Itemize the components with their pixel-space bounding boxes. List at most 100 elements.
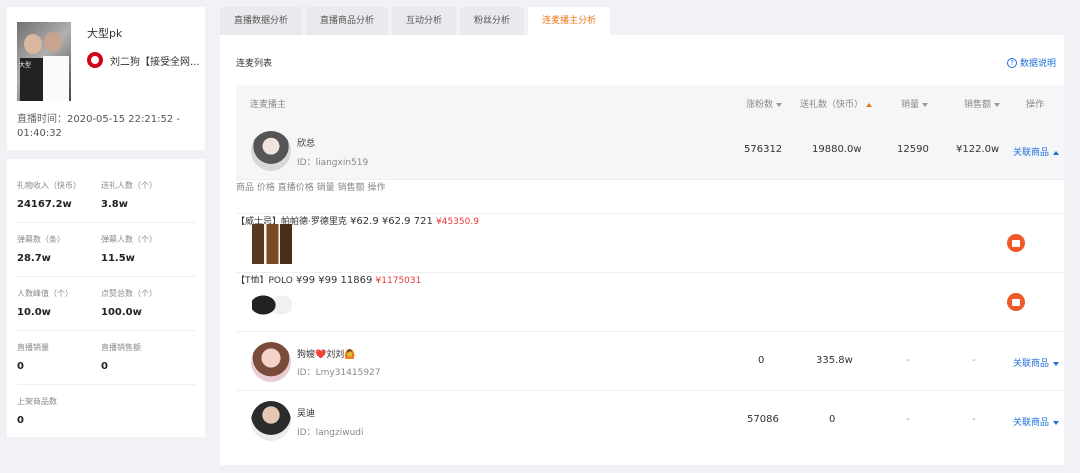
stats-row: 礼物收入（快币） 24167.2w 送礼人数（个） 3.8w	[17, 169, 195, 223]
product-amount: ¥1175031	[375, 276, 422, 286]
product-image[interactable]	[252, 283, 292, 323]
sort-icon	[922, 102, 929, 107]
stats-row: 直播销量 0 直播销售额 0	[17, 331, 195, 385]
product-amount: ¥45350.9	[436, 217, 479, 227]
sort-icon	[776, 102, 783, 107]
sort-icon	[994, 102, 1001, 107]
stat-label: 直播销量	[17, 343, 49, 352]
product-price: ¥62.9	[350, 216, 379, 227]
live-time-label: 直播时间：	[17, 114, 67, 125]
live-title: 大型pk	[87, 27, 123, 40]
col-header-fans[interactable]: 涨粉数	[746, 97, 783, 110]
subtable-header: 商品 价格 直播价格 销量 销售额 操作	[236, 180, 1064, 214]
stats-row: 人数峰值（个） 10.0w 点赞总数（个） 100.0w	[17, 277, 195, 331]
col-header-gift-label: 送礼数（快币）	[800, 100, 864, 110]
amount-value: -	[972, 355, 976, 366]
stat-value: 0	[17, 361, 24, 372]
co-host-avatar[interactable]	[251, 342, 291, 382]
shop-icon[interactable]	[1007, 234, 1025, 252]
product-live-price: ¥62.9	[381, 216, 411, 227]
co-host-id: ID：langziwudi	[297, 428, 364, 438]
live-cover-image[interactable]: 大型	[17, 22, 71, 101]
product-sales: 11869	[340, 275, 373, 286]
stat-value: 100.0w	[101, 307, 142, 318]
stat-value: 0	[17, 415, 24, 426]
live-info-sidebar: 大型 大型pk 刘二狗【接受全网... 直播时间：2020-05-15 22:2…	[7, 7, 205, 437]
question-icon: ?	[1006, 57, 1017, 68]
related-products-link[interactable]: 关联商品	[1013, 145, 1060, 158]
stat-likes: 点赞总数（个） 100.0w	[101, 288, 185, 330]
stat-label: 礼物收入（快币）	[17, 181, 81, 190]
co-host-avatar[interactable]	[251, 401, 291, 441]
stat-gift-income: 礼物收入（快币） 24167.2w	[17, 180, 101, 222]
tab-interaction[interactable]: 互动分析	[392, 7, 457, 35]
related-products-subtable: 商品 价格 直播价格 销量 销售额 操作 【威士忌】帕帕德·罗德里克 ¥62.9…	[236, 180, 1064, 332]
stats-row: 上架商品数 0	[17, 385, 195, 439]
co-host-name[interactable]: 欣总	[297, 136, 315, 149]
host-name[interactable]: 刘二狗【接受全网...	[110, 53, 200, 68]
sub-header-sales: 销量	[316, 183, 335, 193]
col-header-host: 连麦播主	[250, 100, 287, 110]
sub-header-product: 商品	[236, 183, 255, 193]
stat-live-sales: 直播销量 0	[17, 342, 101, 384]
stat-value: 28.7w	[17, 253, 51, 264]
stat-label: 送礼人数（个）	[101, 181, 157, 190]
stat-value: 11.5w	[101, 253, 135, 264]
col-header-fans-label: 涨粉数	[746, 100, 774, 110]
col-header-sales-label: 销量	[901, 100, 920, 110]
table-header: 连麦播主 涨粉数 送礼数（快币） 销量 销售额 操作	[236, 85, 1064, 121]
sub-header-live-price: 直播价格	[277, 183, 314, 193]
host-info[interactable]: 刘二狗【接受全网...	[87, 52, 200, 68]
product-sales: 721	[413, 216, 433, 227]
live-time: 直播时间：2020-05-15 22:21:52 - 01:40:32	[17, 113, 197, 141]
co-host-table: 连麦播主 涨粉数 送礼数（快币） 销量 销售额 操作 欣总 ID：liangxi…	[236, 85, 1064, 450]
cover-face	[24, 34, 42, 54]
co-host-name[interactable]: 吴迪	[297, 406, 315, 419]
col-header-sales[interactable]: 销量	[901, 97, 929, 110]
product-row: 【T恤】POLO ¥99 ¥99 11869 ¥1175031	[236, 273, 1064, 332]
main-content: 直播数据分析 直播商品分析 互动分析 粉丝分析 连麦播主分析 连麦列表 ? 数据说…	[220, 7, 1064, 465]
tab-bar: 直播数据分析 直播商品分析 互动分析 粉丝分析 连麦播主分析	[220, 7, 1064, 35]
sub-header-price: 价格	[256, 183, 275, 193]
co-host-id: ID：Lmy31415927	[297, 368, 381, 378]
tab-co-host[interactable]: 连麦播主分析	[528, 7, 611, 35]
sales-value: -	[906, 355, 910, 366]
tab-fans[interactable]: 粉丝分析	[460, 7, 525, 35]
col-header-amount[interactable]: 销售额	[964, 97, 1001, 110]
tab-live-products[interactable]: 直播商品分析	[306, 7, 389, 35]
col-header-gift[interactable]: 送礼数（快币）	[800, 97, 873, 110]
live-stats: 礼物收入（快币） 24167.2w 送礼人数（个） 3.8w 弹幕数（条） 28.7w…	[7, 159, 205, 437]
sort-asc-icon	[866, 102, 873, 107]
product-live-price: ¥99	[318, 275, 338, 286]
table-row: 欣总 ID：liangxin519 576312 19880.0w 12590 …	[236, 121, 1064, 180]
related-products-label: 关联商品	[1013, 418, 1050, 428]
related-products-label: 关联商品	[1013, 359, 1050, 369]
stat-label: 人数峰值（个）	[17, 289, 73, 298]
fans-value: 57086	[747, 414, 779, 425]
stat-value: 24167.2w	[17, 199, 72, 210]
stat-gift-users: 送礼人数（个） 3.8w	[101, 180, 185, 222]
stat-live-revenue: 直播销售额 0	[101, 342, 185, 384]
caret-down-icon	[1053, 420, 1060, 425]
data-help-label: 数据说明	[1019, 59, 1056, 69]
cover-body	[43, 56, 69, 101]
product-image[interactable]	[252, 224, 292, 264]
related-products-link[interactable]: 关联商品	[1013, 415, 1060, 428]
data-help-link[interactable]: ? 数据说明	[1006, 56, 1056, 69]
sales-value: 12590	[897, 144, 929, 155]
cover-face	[44, 32, 62, 52]
related-products-link[interactable]: 关联商品	[1013, 356, 1060, 369]
fans-value: 576312	[744, 144, 783, 155]
col-header-action: 操作	[1026, 100, 1045, 110]
shop-icon[interactable]	[1007, 293, 1025, 311]
stat-value: 0	[101, 361, 108, 372]
tab-live-data[interactable]: 直播数据分析	[220, 7, 303, 35]
stat-value: 3.8w	[101, 199, 128, 210]
stat-label: 弹幕人数（个）	[101, 235, 157, 244]
sub-header-amount: 销售额	[337, 183, 365, 193]
stats-row: 弹幕数（条） 28.7w 弹幕人数（个） 11.5w	[17, 223, 195, 277]
co-host-avatar[interactable]	[251, 131, 291, 171]
co-host-panel: 连麦列表 ? 数据说明 连麦播主 涨粉数 送礼数（快币） 销量 销售额 操作 欣总…	[220, 35, 1064, 465]
co-host-name[interactable]: 狗嫂❤️刘刘🙆	[297, 347, 355, 360]
stat-label: 直播销售额	[101, 343, 141, 352]
